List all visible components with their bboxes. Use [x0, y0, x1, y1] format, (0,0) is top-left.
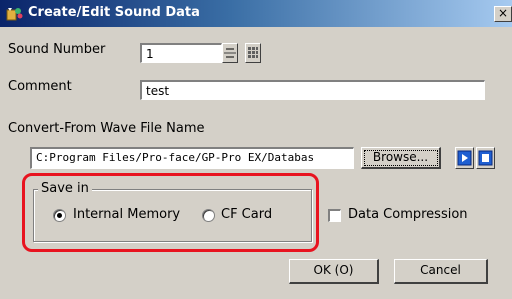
sound-data-app-icon: [6, 8, 23, 21]
title-bar[interactable]: Create/Edit Sound Data ×: [0, 0, 512, 27]
cancel-button[interactable]: Cancel: [394, 259, 488, 284]
keypad-button[interactable]: [245, 43, 261, 63]
comment-value: test: [146, 84, 170, 98]
browse-button-label: Browse...: [372, 150, 429, 164]
data-compression-checkbox[interactable]: [328, 209, 341, 222]
cancel-button-label: Cancel: [420, 263, 461, 277]
comment-label: Comment: [8, 79, 72, 94]
browse-button[interactable]: Browse...: [361, 147, 441, 169]
stop-icon: [478, 150, 493, 166]
wave-file-path-value: C:Program Files/Pro-face/GP-Pro EX/Datab…: [36, 151, 315, 164]
annotation-highlight: [22, 173, 319, 252]
wave-file-path-input[interactable]: C:Program Files/Pro-face/GP-Pro EX/Datab…: [30, 147, 354, 169]
keypad-icon: [248, 47, 258, 58]
play-icon: [457, 150, 472, 166]
data-compression-label[interactable]: Data Compression: [348, 207, 468, 222]
sound-number-label: Sound Number: [8, 42, 106, 57]
sound-number-value: 1: [146, 47, 154, 61]
ok-button-label: OK (O): [313, 263, 354, 277]
sound-number-spin-button[interactable]: [222, 43, 238, 63]
stop-button[interactable]: [476, 147, 495, 169]
dialog-title: Create/Edit Sound Data: [28, 5, 200, 20]
close-button[interactable]: ×: [494, 6, 512, 22]
wave-file-label: Convert-From Wave File Name: [8, 121, 205, 136]
play-button[interactable]: [455, 147, 474, 169]
ok-button[interactable]: OK (O): [289, 259, 379, 284]
sound-number-input[interactable]: 1: [140, 43, 222, 63]
comment-input[interactable]: test: [140, 80, 485, 100]
close-icon: ×: [497, 6, 509, 20]
spin-up-down-icon: [224, 48, 236, 58]
dialog-window: Create/Edit Sound Data × Sound Number 1: [0, 0, 512, 299]
dialog-body: Sound Number 1 Comment test Convert-From…: [0, 27, 512, 299]
